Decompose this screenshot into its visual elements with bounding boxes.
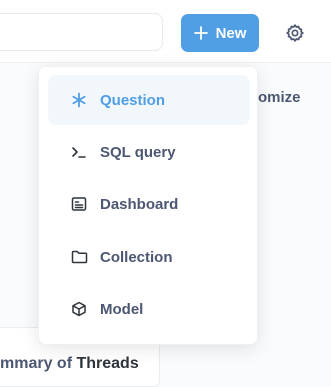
menu-item-label: Model (100, 300, 144, 318)
menu-item-label: Collection (100, 248, 173, 266)
menu-item-label: Dashboard (100, 195, 179, 213)
new-button[interactable]: New (181, 14, 259, 52)
menu-item-sql-query[interactable]: SQL query (48, 127, 250, 177)
menu-item-model[interactable]: Model (48, 284, 250, 334)
menu-item-question[interactable]: Question (48, 75, 250, 125)
menu-item-label: Question (100, 91, 166, 109)
background-partial-text: omize (258, 89, 301, 106)
folder-icon (70, 248, 88, 266)
gear-icon[interactable] (284, 22, 306, 44)
menu-item-collection[interactable]: Collection (48, 232, 250, 282)
new-item-dropdown-menu: Question SQL query Dashboard Collection … (38, 66, 258, 345)
question-card-title: mmary of Threads (0, 355, 139, 372)
star-burst-icon (70, 91, 88, 109)
dashboard-icon (70, 195, 88, 213)
new-button-label: New (215, 24, 247, 42)
menu-item-label: SQL query (100, 143, 176, 161)
cube-icon (70, 300, 88, 318)
search-input[interactable] (0, 13, 163, 51)
top-navigation-bar: New (0, 0, 331, 63)
terminal-prompt-icon (70, 143, 88, 161)
menu-item-dashboard[interactable]: Dashboard (48, 179, 250, 229)
plus-icon (193, 26, 208, 40)
